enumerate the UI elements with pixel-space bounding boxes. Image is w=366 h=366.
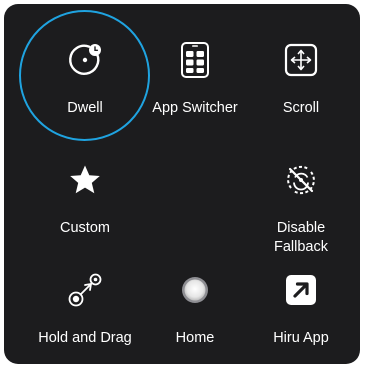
- menu-item-hiru-app[interactable]: Hiru App: [242, 242, 360, 360]
- menu-item-dwell[interactable]: Dwell: [26, 12, 144, 130]
- menu-item-disable-fallback[interactable]: Disable Fallback: [242, 132, 360, 255]
- menu-item-label: Custom: [60, 220, 110, 236]
- menu-item-label: Hold and Drag: [38, 330, 132, 346]
- menu-item-label: Dwell: [67, 100, 103, 116]
- arrow-up-right-icon: [283, 272, 319, 308]
- menu-item-home[interactable]: Home: [136, 242, 254, 360]
- app-switcher-icon: [177, 42, 213, 78]
- scroll-arrows-icon: [283, 42, 319, 78]
- hold-and-drag-icon: [67, 272, 103, 308]
- menu-item-custom[interactable]: Custom: [26, 132, 144, 250]
- home-button-icon: [177, 272, 213, 308]
- assistive-menu-panel: Dwell App Switcher Scroll Custom Disable…: [4, 4, 360, 364]
- dwell-timer-icon: [67, 42, 103, 78]
- menu-item-app-switcher[interactable]: App Switcher: [136, 12, 254, 130]
- star-icon: [67, 162, 103, 198]
- menu-item-scroll[interactable]: Scroll: [242, 12, 360, 130]
- menu-item-label: Home: [175, 330, 215, 346]
- menu-item-label: Hiru App: [273, 330, 329, 346]
- disable-fallback-icon: [283, 162, 319, 198]
- menu-item-label: Scroll: [282, 100, 320, 116]
- menu-item-label: App Switcher: [152, 100, 238, 116]
- menu-item-hold-and-drag[interactable]: Hold and Drag: [26, 242, 144, 360]
- empty-slot: [136, 132, 254, 250]
